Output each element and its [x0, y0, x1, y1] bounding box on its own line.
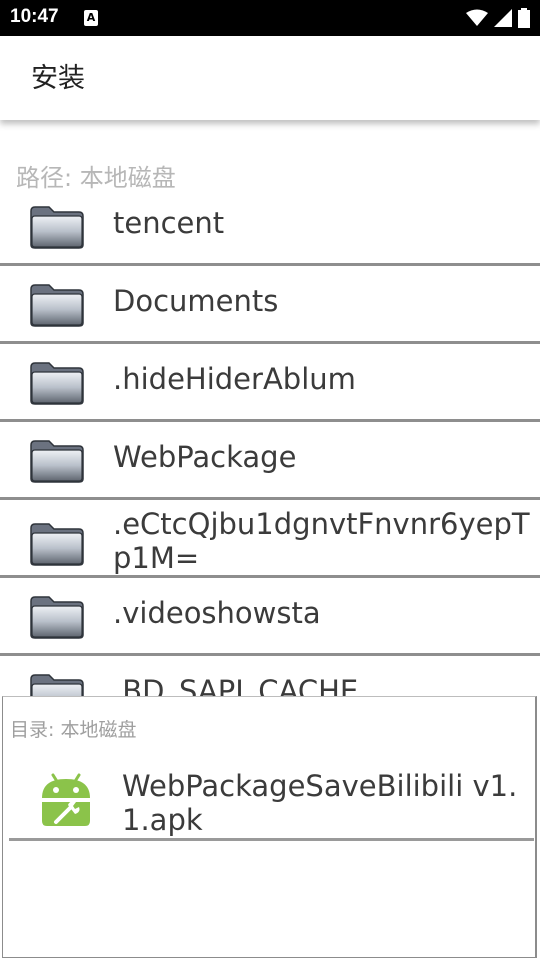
page-title: 安装	[31, 63, 85, 94]
folder-item[interactable]: WebPackage	[0, 422, 540, 500]
folder-icon	[30, 440, 84, 483]
folder-name: Documents	[113, 284, 279, 318]
folder-icon	[30, 674, 84, 696]
notification-badge: A	[84, 10, 98, 26]
folder-name: .eCtcQjbu1dgnvtFnvnr6yepTp1M=	[113, 507, 530, 575]
status-bar: 10:47 A	[0, 0, 540, 36]
folder-name: tencent	[113, 206, 225, 240]
directory-label: 目录: 本地磁盘	[10, 719, 137, 741]
file-item[interactable]: WebPackageSaveBilibili v1.1.apk	[9, 757, 534, 841]
folder-name: .videoshowsta	[113, 596, 321, 630]
folder-icon	[30, 206, 84, 249]
folder-item[interactable]: .hideHiderAblum	[0, 344, 540, 422]
battery-icon	[518, 8, 530, 28]
folder-item[interactable]: Documents	[0, 266, 540, 344]
folder-name: .BD_SAPI_CACHE	[113, 674, 359, 696]
status-icons	[466, 8, 530, 28]
signal-icon	[494, 9, 512, 27]
folder-list[interactable]: tencent Documents .hideHiderAblum WebPac…	[0, 188, 540, 696]
folder-name: WebPackage	[113, 440, 297, 474]
android-apk-icon	[42, 773, 90, 826]
folder-item[interactable]: tencent	[0, 188, 540, 266]
app-header: 安装	[0, 36, 540, 120]
folder-icon	[30, 284, 84, 327]
folder-icon	[30, 596, 84, 639]
folder-icon	[30, 523, 84, 566]
folder-item[interactable]: .videoshowsta	[0, 578, 540, 656]
folder-item[interactable]: .BD_SAPI_CACHE	[0, 656, 540, 696]
file-name: WebPackageSaveBilibili v1.1.apk	[122, 769, 518, 837]
folder-item[interactable]: .eCtcQjbu1dgnvtFnvnr6yepTp1M=	[0, 500, 540, 578]
folder-name: .hideHiderAblum	[113, 362, 356, 396]
status-time: 10:47	[10, 6, 59, 27]
folder-icon	[30, 362, 84, 405]
wifi-icon	[466, 9, 488, 26]
file-picker-dialog: 目录: 本地磁盘 WebPackageSaveBilibili v1.1.apk	[2, 696, 537, 958]
